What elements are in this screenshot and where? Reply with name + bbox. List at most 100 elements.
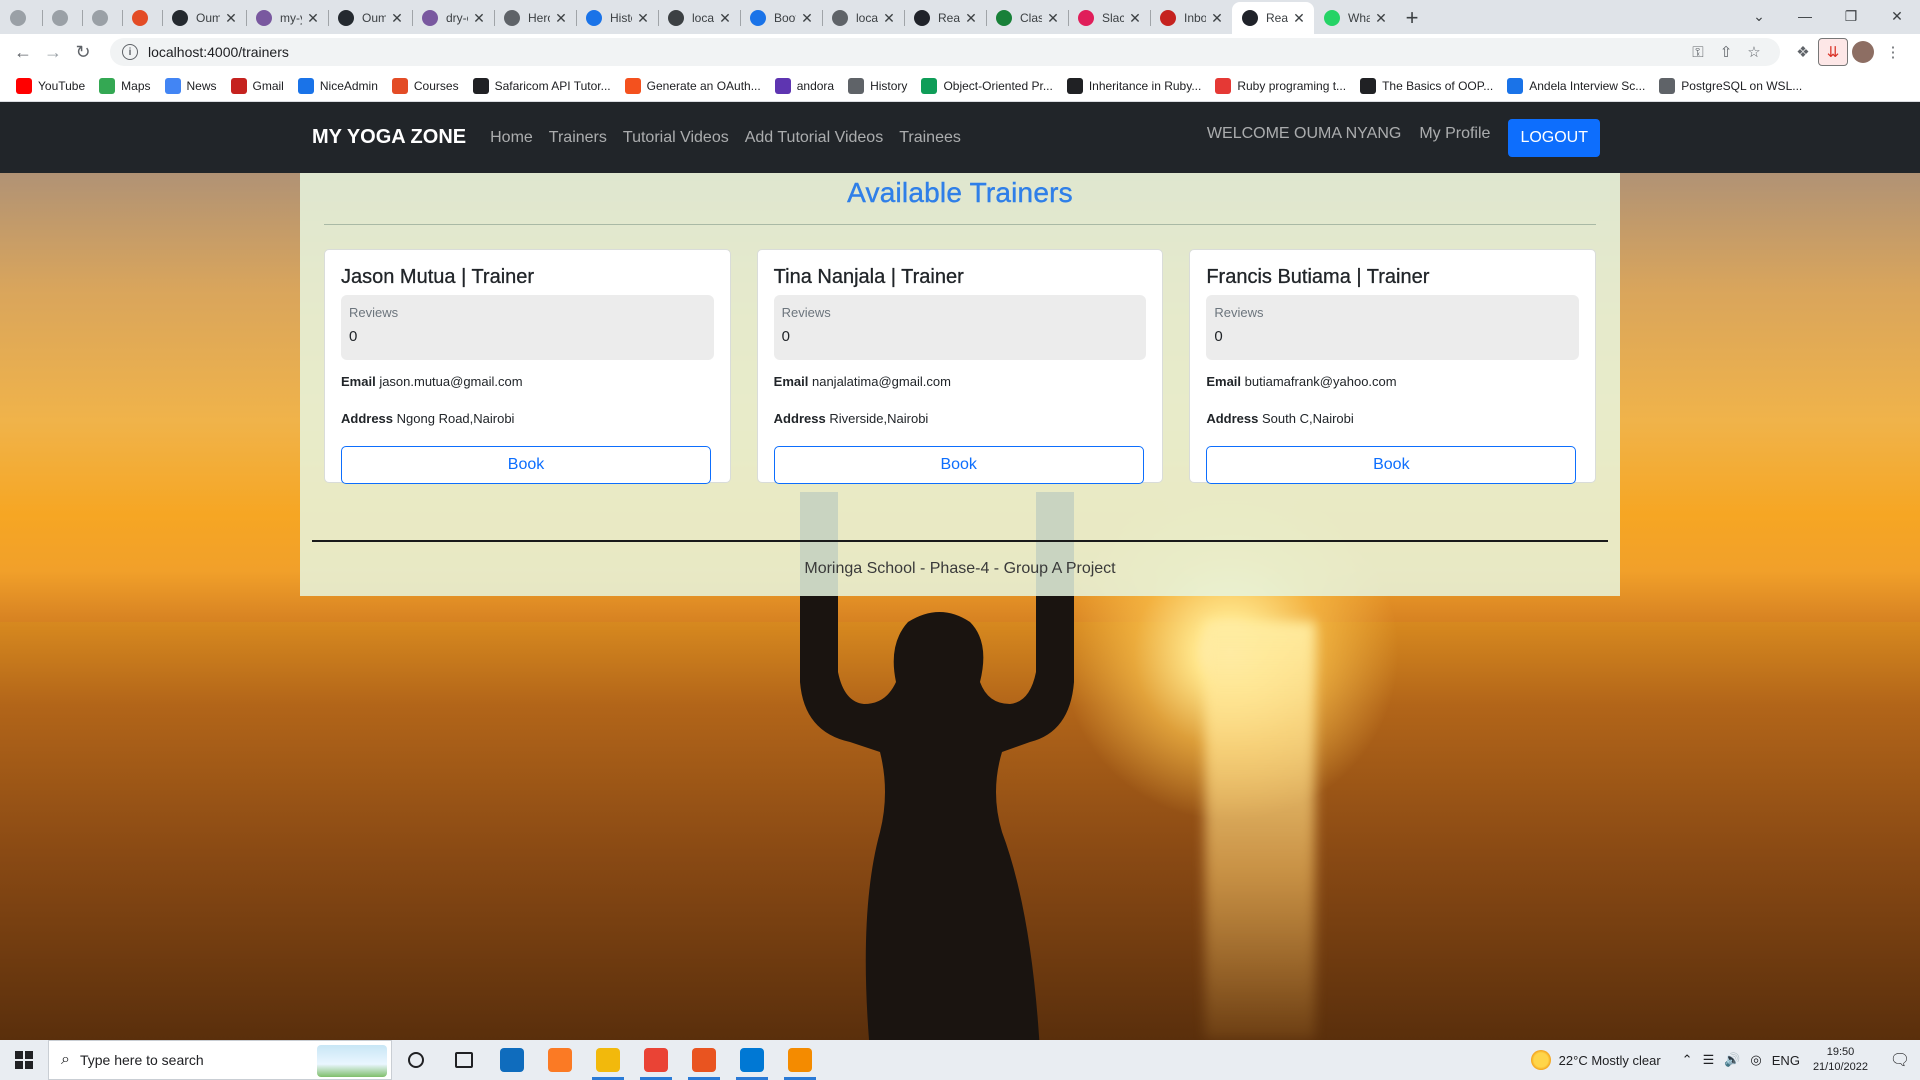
tab-close-icon[interactable]: ✕ — [306, 10, 320, 27]
new-tab-button[interactable]: + — [1396, 2, 1428, 34]
extension-download-icon[interactable]: ⇊ — [1818, 38, 1848, 66]
address-bar[interactable]: i localhost:4000/trainers ⚿ ⇧ ☆ — [110, 38, 1780, 66]
bookmark-item[interactable]: Object-Oriented Pr... — [915, 72, 1058, 100]
nav-tutorial-videos[interactable]: Tutorial Videos — [623, 129, 729, 147]
reload-icon[interactable]: ↻ — [68, 37, 98, 67]
vscode-taskbar-button[interactable] — [728, 1040, 776, 1080]
bookmark-item[interactable]: NiceAdmin — [292, 72, 384, 100]
restore-icon[interactable]: ❐ — [1828, 0, 1874, 32]
browser-tab[interactable] — [42, 2, 82, 34]
browser-tab[interactable] — [0, 2, 42, 34]
tab-close-icon[interactable]: ✕ — [882, 10, 896, 27]
notifications-icon[interactable]: 🗨 — [1880, 1050, 1920, 1070]
bookmark-item[interactable]: Gmail — [225, 72, 290, 100]
browser-tab[interactable]: Herok ✕ — [494, 2, 576, 34]
chevron-up-icon[interactable]: ⌃ — [1682, 1052, 1693, 1068]
browser-tab[interactable]: Ouma ✕ — [162, 2, 246, 34]
browser-tab[interactable]: Bootst ✕ — [740, 2, 822, 34]
tab-close-icon[interactable]: ✕ — [1128, 10, 1142, 27]
browser-tab[interactable]: my-yo ✕ — [246, 2, 328, 34]
file-explorer-taskbar-button[interactable] — [584, 1040, 632, 1080]
bookmark-item[interactable]: Generate an OAuth... — [619, 72, 767, 100]
bookmark-star-icon[interactable]: ☆ — [1740, 43, 1768, 61]
my-profile-link[interactable]: My Profile — [1419, 125, 1490, 143]
nav-trainees[interactable]: Trainees — [899, 129, 961, 147]
tab-close-icon[interactable]: ✕ — [224, 10, 238, 27]
tab-close-icon[interactable]: ✕ — [800, 10, 814, 27]
browser-tab[interactable]: localh ✕ — [658, 2, 740, 34]
browser-tab[interactable]: Classr ✕ — [986, 2, 1068, 34]
nav-home[interactable]: Home — [490, 129, 533, 147]
browser-tab[interactable]: dry-co ✕ — [412, 2, 494, 34]
browser-tab[interactable]: React ✕ — [1232, 2, 1314, 34]
trainer-card: Tina Nanjala | Trainer Reviews 0 Email n… — [756, 249, 1164, 484]
tab-search-icon[interactable]: ⌄ — [1736, 0, 1782, 32]
close-window-icon[interactable]: ✕ — [1874, 0, 1920, 32]
minimize-icon[interactable]: — — [1782, 0, 1828, 32]
tab-close-icon[interactable]: ✕ — [1210, 10, 1224, 27]
site-info-icon[interactable]: i — [122, 44, 138, 60]
bookmark-item[interactable]: YouTube — [10, 72, 91, 100]
bookmark-item[interactable]: News — [159, 72, 223, 100]
tab-close-icon[interactable]: ✕ — [554, 10, 568, 27]
browser-tab[interactable]: localh ✕ — [822, 2, 904, 34]
xampp-taskbar-button[interactable] — [536, 1040, 584, 1080]
tab-close-icon[interactable]: ✕ — [1374, 10, 1388, 27]
browser-tab[interactable]: Histor ✕ — [576, 2, 658, 34]
bookmark-item[interactable]: Maps — [93, 72, 156, 100]
url-text[interactable]: localhost:4000/trainers — [148, 44, 1684, 60]
back-icon[interactable]: ← — [8, 37, 38, 67]
nav-add-tutorial-videos[interactable]: Add Tutorial Videos — [745, 129, 883, 147]
tab-close-icon[interactable]: ✕ — [390, 10, 404, 27]
logout-button[interactable]: LOGOUT — [1508, 118, 1600, 157]
browser-tab[interactable]: Whats ✕ — [1314, 2, 1396, 34]
brand-logo[interactable]: MY YOGA ZONE — [312, 126, 466, 149]
profile-avatar-icon[interactable] — [1852, 41, 1874, 63]
language-indicator[interactable]: ENG — [1772, 1053, 1800, 1068]
volume-icon[interactable]: 🔊 — [1724, 1052, 1740, 1068]
key-icon[interactable]: ⚿ — [1684, 44, 1712, 61]
vlc-taskbar-button[interactable] — [776, 1040, 824, 1080]
ubuntu-taskbar-button[interactable] — [680, 1040, 728, 1080]
bookmark-item[interactable]: Safaricom API Tutor... — [467, 72, 617, 100]
tab-close-icon[interactable]: ✕ — [1046, 10, 1060, 27]
browser-tab[interactable]: Inbox ✕ — [1150, 2, 1232, 34]
chrome-taskbar-button[interactable] — [632, 1040, 680, 1080]
browser-tab[interactable] — [82, 2, 122, 34]
taskbar-search-box[interactable]: ⌕ Type here to search — [48, 1040, 392, 1080]
bookmark-item[interactable]: History — [842, 72, 913, 100]
tab-close-icon[interactable]: ✕ — [636, 10, 650, 27]
browser-menu-icon[interactable]: ⋮ — [1878, 38, 1908, 66]
book-button[interactable]: Book — [773, 446, 1144, 484]
windows-start-icon[interactable] — [0, 1040, 48, 1080]
bookmark-item[interactable]: andora — [769, 72, 840, 100]
tab-close-icon[interactable]: ✕ — [472, 10, 486, 27]
meet-now-icon[interactable]: ◎ — [1750, 1052, 1761, 1068]
taskbar-search-placeholder[interactable]: Type here to search — [80, 1052, 204, 1068]
bookmark-item[interactable]: PostgreSQL on WSL... — [1653, 72, 1808, 100]
browser-tab[interactable]: Slack ✕ — [1068, 2, 1150, 34]
mail-taskbar-button[interactable] — [488, 1040, 536, 1080]
tab-close-icon[interactable]: ✕ — [718, 10, 732, 27]
bookmark-item[interactable]: Inheritance in Ruby... — [1061, 72, 1208, 100]
share-icon[interactable]: ⇧ — [1712, 43, 1740, 61]
forward-icon[interactable]: → — [38, 37, 68, 67]
weather-widget[interactable]: 22°C Mostly clear — [1530, 1050, 1661, 1070]
book-button[interactable]: Book — [1206, 446, 1577, 484]
tab-close-icon[interactable]: ✕ — [964, 10, 978, 27]
browser-tab[interactable]: React ✕ — [904, 2, 986, 34]
bookmark-item[interactable]: Ruby programing t... — [1209, 72, 1352, 100]
bookmark-item[interactable]: Andela Interview Sc... — [1501, 72, 1651, 100]
browser-tab[interactable]: Ouma ✕ — [328, 2, 412, 34]
cortana-taskbar-button[interactable] — [392, 1040, 440, 1080]
nav-trainers[interactable]: Trainers — [549, 129, 607, 147]
task-view-taskbar-button[interactable] — [440, 1040, 488, 1080]
extensions-icon[interactable]: ❖ — [1788, 38, 1818, 66]
tab-close-icon[interactable]: ✕ — [1292, 10, 1306, 27]
network-icon[interactable]: ☰ — [1703, 1052, 1715, 1068]
bookmark-item[interactable]: Courses — [386, 72, 465, 100]
clock[interactable]: 19:50 21/10/2022 — [1813, 1045, 1868, 1075]
browser-tab[interactable] — [122, 2, 162, 34]
bookmark-item[interactable]: The Basics of OOP... — [1354, 72, 1499, 100]
book-button[interactable]: Book — [341, 446, 711, 484]
